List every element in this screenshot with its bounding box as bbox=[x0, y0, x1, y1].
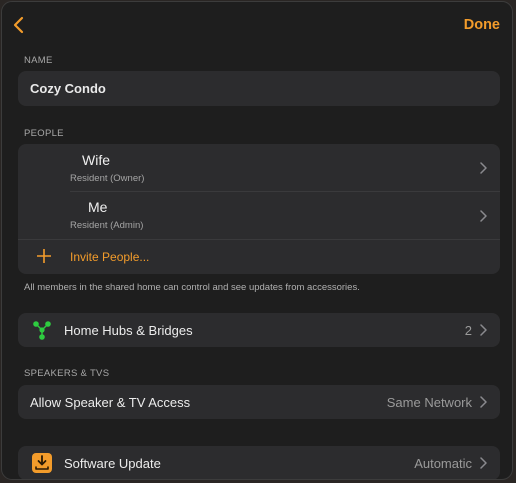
person-role: Resident (Owner) bbox=[70, 173, 145, 184]
home-name-value[interactable]: Cozy Condo bbox=[30, 71, 106, 106]
back-button[interactable] bbox=[11, 14, 27, 36]
chevron-right-icon bbox=[480, 396, 487, 408]
home-hubs-row[interactable]: Home Hubs & Bridges 2 bbox=[18, 313, 500, 347]
plus-icon bbox=[37, 249, 51, 263]
hub-network-icon bbox=[33, 321, 51, 340]
software-update-value: Automatic bbox=[414, 456, 472, 471]
chevron-right-icon bbox=[480, 324, 487, 336]
invite-people-button[interactable]: Invite People... bbox=[18, 240, 500, 274]
people-section-label: PEOPLE bbox=[24, 128, 64, 139]
top-bar: Done bbox=[2, 2, 512, 48]
people-list: Wife Resident (Owner) Me Resident (Admin… bbox=[18, 144, 500, 274]
invite-people-label: Invite People... bbox=[70, 250, 150, 264]
person-row-wife[interactable]: Wife Resident (Owner) bbox=[18, 144, 500, 191]
speakers-section-label: SPEAKERS & TVS bbox=[24, 368, 110, 379]
speaker-tv-access-row[interactable]: Allow Speaker & TV Access Same Network bbox=[18, 385, 500, 419]
name-section-label: NAME bbox=[24, 55, 53, 66]
person-role: Resident (Admin) bbox=[70, 220, 144, 231]
home-hubs-count: 2 bbox=[464, 323, 472, 338]
home-name-field[interactable]: Cozy Condo bbox=[18, 71, 500, 106]
person-name: Me bbox=[88, 199, 108, 215]
home-settings-window: Done NAME Cozy Condo PEOPLE Wife Residen… bbox=[1, 1, 513, 480]
chevron-right-icon bbox=[480, 457, 487, 469]
chevron-right-icon bbox=[480, 162, 487, 174]
chevron-left-icon bbox=[13, 16, 24, 34]
speaker-tv-access-label: Allow Speaker & TV Access bbox=[30, 395, 191, 410]
home-hubs-label: Home Hubs & Bridges bbox=[64, 323, 193, 338]
person-name: Wife bbox=[82, 152, 110, 168]
software-update-row[interactable]: Software Update Automatic bbox=[18, 446, 500, 479]
download-icon bbox=[32, 453, 52, 473]
person-row-me[interactable]: Me Resident (Admin) bbox=[18, 192, 500, 239]
software-update-label: Software Update bbox=[64, 456, 161, 471]
chevron-right-icon bbox=[480, 210, 487, 222]
speaker-tv-access-value: Same Network bbox=[386, 395, 472, 410]
done-button[interactable]: Done bbox=[464, 17, 500, 33]
people-footnote: All members in the shared home can contr… bbox=[24, 282, 360, 293]
